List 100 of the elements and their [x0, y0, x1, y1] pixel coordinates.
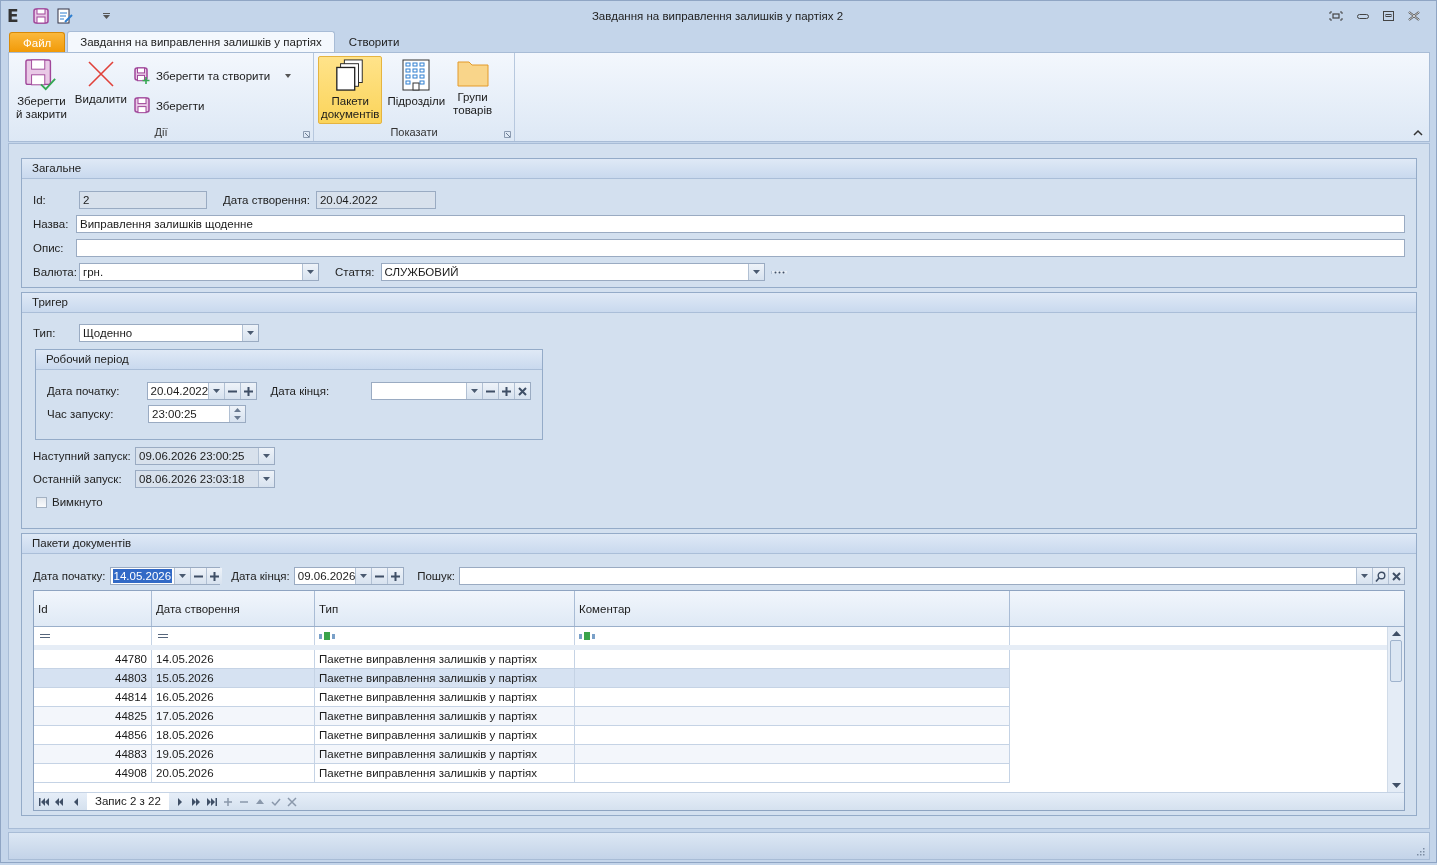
decrement-button[interactable] — [190, 568, 207, 584]
table-cell: Пакетне виправлення залишків у партіях — [315, 764, 575, 783]
vertical-scrollbar[interactable] — [1387, 627, 1404, 792]
start-date-field[interactable]: 20.04.2022 — [146, 382, 257, 400]
caret-icon — [263, 477, 270, 481]
maximize-icon[interactable] — [1383, 10, 1394, 21]
resize-grip-icon[interactable] — [1416, 847, 1425, 856]
ribbon-button[interactable]: Зберегти та створити — [131, 65, 294, 86]
ribbon-button[interactable]: Пакети документів — [318, 56, 383, 124]
collapse-ribbon-icon[interactable] — [1413, 129, 1423, 136]
scroll-up-icon[interactable] — [1391, 631, 1401, 636]
type-dropdown[interactable]: Щоденно — [79, 324, 259, 342]
table-cell: 44908 — [34, 764, 152, 783]
fullscreen-icon[interactable] — [1329, 10, 1343, 21]
scroll-down-icon[interactable] — [1391, 783, 1401, 788]
first-record-button[interactable] — [36, 796, 52, 807]
start-date-field[interactable]: 14.05.2026 — [109, 567, 220, 585]
building-icon — [401, 59, 432, 91]
end-date-field[interactable] — [371, 382, 531, 400]
table-cell: Пакетне виправлення залишків у партіях — [315, 669, 575, 688]
section-header: Тригер — [22, 293, 1416, 313]
caret-icon — [285, 73, 292, 78]
table-cell: 20.05.2026 — [152, 764, 315, 783]
equals-filter-icon[interactable] — [40, 634, 50, 638]
field-label: Дата початку: — [33, 570, 106, 582]
dropdown-button[interactable] — [1356, 568, 1372, 584]
ribbon-tab[interactable]: Завдання на виправлення залишків у партіях — [67, 31, 335, 52]
ribbon-button[interactable]: Видалити — [71, 56, 130, 124]
dropdown-button[interactable] — [747, 264, 764, 280]
increment-button[interactable] — [206, 568, 223, 584]
text-filter-icon[interactable] — [319, 632, 335, 640]
cancel-record-icon — [286, 796, 297, 807]
dropdown-button[interactable] — [466, 383, 482, 399]
field-label: Час запуску: — [47, 408, 115, 420]
time-field[interactable]: 23:00:25 — [148, 405, 246, 423]
caret-icon — [471, 389, 478, 393]
save-icon[interactable] — [33, 7, 49, 24]
caret-icon — [1361, 574, 1368, 578]
checkbox[interactable] — [36, 496, 47, 508]
minimize-icon[interactable] — [1357, 12, 1369, 19]
currency-dropdown[interactable]: грн. — [79, 263, 319, 281]
edit-document-icon[interactable] — [57, 7, 73, 24]
dialog-launcher-icon[interactable] — [504, 131, 511, 138]
column-header[interactable]: Коментар — [579, 602, 631, 615]
ellipsis-icon — [773, 270, 785, 274]
dropdown-button[interactable] — [302, 264, 318, 280]
field-label: Останній запуск: — [33, 473, 123, 485]
field-label: Дата кінця: — [270, 385, 331, 397]
ribbon-button[interactable]: Зберегти й закрити — [13, 56, 70, 124]
previous-page-icon — [55, 796, 65, 807]
next-page-icon — [190, 796, 201, 807]
search-button[interactable] — [1372, 568, 1388, 584]
article-dropdown[interactable]: СЛУЖБОВИЙ — [380, 263, 765, 281]
clear-icon — [1392, 571, 1401, 581]
table-cell: 19.05.2026 — [152, 745, 315, 764]
spin-button[interactable] — [229, 406, 245, 422]
ellipsis-button[interactable] — [770, 270, 787, 274]
end-date-field[interactable]: 09.06.2026 — [293, 567, 404, 585]
field-label: Тип: — [33, 327, 57, 339]
table-cell: 44803 — [34, 669, 152, 688]
table-cell: 15.05.2026 — [152, 669, 315, 688]
search-field[interactable] — [459, 567, 1405, 585]
column-header[interactable]: Дата створення — [156, 602, 240, 615]
close-icon[interactable] — [1408, 10, 1420, 21]
ribbon-tab[interactable]: Створити — [336, 31, 412, 52]
scroll-thumb[interactable] — [1390, 640, 1402, 682]
caret-icon — [179, 574, 187, 578]
field-label: Дата кінця: — [231, 570, 290, 582]
table-cell: Пакетне виправлення залишків у партіях — [315, 745, 575, 764]
add-record-icon — [222, 796, 233, 807]
field-label: Id: — [33, 194, 47, 206]
table-cell: 44883 — [34, 745, 152, 764]
ribbon-button[interactable]: Підрозділи — [384, 56, 449, 124]
plus-icon — [390, 571, 400, 581]
dropdown-button[interactable] — [354, 568, 371, 584]
caret-icon — [307, 270, 314, 274]
column-header[interactable]: Тип — [319, 602, 339, 615]
description-field[interactable] — [76, 239, 1405, 257]
field-label: Наступний запуск: — [33, 450, 129, 462]
save-close-icon — [24, 59, 59, 91]
field-label: Опис: — [33, 242, 65, 254]
plus-icon — [243, 386, 253, 396]
column-header[interactable]: Id — [38, 602, 48, 615]
ribbon-button[interactable]: Групи товарів — [450, 56, 496, 124]
caret-icon — [212, 389, 220, 393]
equals-filter-icon[interactable] — [158, 634, 168, 638]
dropdown-button[interactable] — [242, 325, 258, 341]
dropdown-button[interactable] — [207, 383, 224, 399]
confirm-record-icon — [270, 796, 281, 807]
customize-dropdown-icon[interactable] — [103, 12, 110, 19]
ribbon-button[interactable]: Зберегти — [131, 95, 294, 116]
group-label: Дії — [153, 125, 169, 140]
dropdown-button[interactable] — [174, 568, 191, 584]
dialog-launcher-icon[interactable] — [303, 131, 310, 138]
clear-button[interactable] — [1388, 568, 1404, 584]
app-logo[interactable]: E — [7, 5, 25, 26]
name-field[interactable]: Виправлення залишків щоденне — [76, 215, 1405, 233]
text-filter-icon[interactable] — [579, 632, 595, 640]
table-cell: 17.05.2026 — [152, 707, 315, 726]
last-record-icon — [206, 796, 217, 807]
